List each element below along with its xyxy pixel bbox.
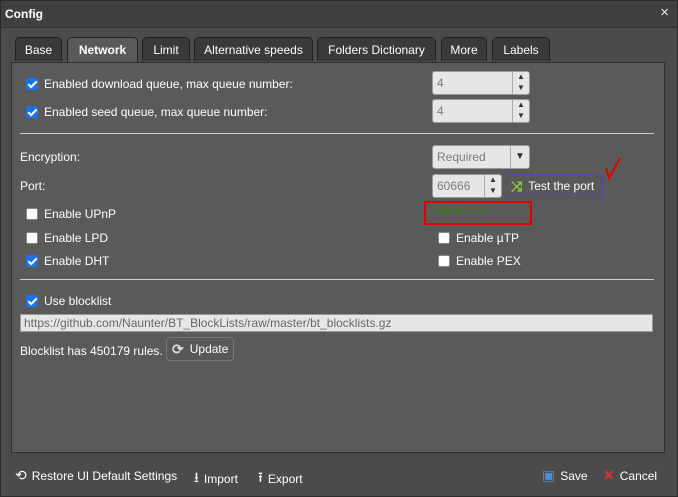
encryption-value[interactable]: Required bbox=[433, 146, 510, 168]
blocklist-checkbox[interactable] bbox=[26, 295, 38, 307]
divider bbox=[20, 279, 654, 280]
upload-icon: ⭱ bbox=[258, 469, 263, 485]
cancel-button[interactable]: ✕ Cancel bbox=[603, 467, 657, 484]
port-row: Port: bbox=[20, 179, 45, 193]
encryption-label: Encryption: bbox=[20, 150, 81, 164]
seed-queue-label: Enabled seed queue, max queue number: bbox=[44, 105, 268, 119]
dht-label: Enable DHT bbox=[44, 254, 110, 268]
blocklist-row: Use blocklist bbox=[26, 294, 111, 308]
encryption-row: Encryption: bbox=[20, 150, 80, 164]
seed-queue-checkbox[interactable] bbox=[26, 106, 38, 118]
utp-label: Enable µTP bbox=[456, 231, 519, 245]
tab-base[interactable]: Base bbox=[15, 37, 62, 61]
download-queue-row: Enabled download queue, max queue number… bbox=[26, 77, 293, 91]
download-queue-checkbox[interactable] bbox=[26, 78, 38, 90]
chevron-down-icon[interactable]: ▼ bbox=[510, 146, 529, 168]
blocklist-info: Blocklist has 450179 rules. bbox=[20, 344, 163, 358]
spinner-arrows[interactable]: ▲ ▼ bbox=[512, 100, 529, 122]
update-label: Update bbox=[189, 342, 229, 356]
annotation-check-mark-icon bbox=[605, 157, 621, 181]
up-arrow-icon[interactable]: ▲ bbox=[513, 72, 529, 83]
dht-row: Enable DHT bbox=[26, 254, 109, 268]
download-queue-number[interactable]: 4 ▲ ▼ bbox=[432, 71, 530, 95]
import-label: Import bbox=[203, 472, 238, 486]
cancel-label: Cancel bbox=[619, 468, 658, 483]
lpd-row: Enable LPD bbox=[26, 231, 108, 245]
upnp-checkbox[interactable] bbox=[26, 208, 38, 220]
spinner-arrows[interactable]: ▲ ▼ bbox=[484, 175, 501, 197]
dialog-titlebar[interactable]: Config × bbox=[1, 1, 677, 28]
blocklist-label: Use blocklist bbox=[44, 294, 112, 308]
encryption-select[interactable]: Required ▼ bbox=[432, 145, 530, 169]
restore-defaults-button[interactable]: ⟲ Restore UI Default Settings bbox=[15, 467, 177, 484]
tab-alternative-speeds[interactable]: Alternative speeds bbox=[194, 37, 313, 61]
tab-labels[interactable]: Labels bbox=[492, 37, 550, 61]
port-status-highlight: Port is open bbox=[424, 201, 532, 225]
utp-row: Enable µTP bbox=[438, 231, 519, 245]
test-port-label: Test the port bbox=[528, 179, 595, 193]
blocklist-url-field[interactable]: https://github.com/Naunter/BT_BlockLists… bbox=[20, 314, 653, 332]
down-arrow-icon[interactable]: ▼ bbox=[513, 111, 529, 122]
spinner-arrows[interactable]: ▲ ▼ bbox=[512, 72, 529, 94]
export-label: Export bbox=[267, 472, 303, 486]
tab-limit[interactable]: Limit bbox=[142, 37, 190, 61]
shuffle-icon: ⤨ bbox=[511, 177, 523, 194]
upnp-row: Enable UPnP bbox=[26, 207, 116, 221]
download-queue-label: Enabled download queue, max queue number… bbox=[44, 77, 293, 91]
seed-queue-number[interactable]: 4 ▲ ▼ bbox=[432, 99, 530, 123]
pex-checkbox[interactable] bbox=[438, 255, 450, 267]
floppy-disk-icon: ▣ bbox=[542, 467, 556, 483]
tab-network[interactable]: Network bbox=[67, 37, 138, 63]
down-arrow-icon[interactable]: ▼ bbox=[513, 83, 529, 94]
blocklist-info-row: Blocklist has 450179 rules. bbox=[20, 344, 163, 358]
port-value[interactable]: 60666 bbox=[433, 175, 484, 197]
download-queue-value[interactable]: 4 bbox=[433, 72, 512, 94]
up-arrow-icon[interactable]: ▲ bbox=[513, 100, 529, 111]
tab-folders-dictionary[interactable]: Folders Dictionary bbox=[317, 37, 436, 61]
port-status: Port is open bbox=[432, 205, 491, 217]
tab-more[interactable]: More bbox=[441, 37, 487, 61]
dialog-title: Config bbox=[5, 7, 43, 21]
download-icon: ⭳ bbox=[194, 469, 199, 485]
divider bbox=[20, 133, 654, 134]
import-button[interactable]: ⭳ Import bbox=[194, 467, 238, 491]
network-panel: Enabled download queue, max queue number… bbox=[11, 62, 665, 453]
upnp-label: Enable UPnP bbox=[44, 207, 117, 221]
save-label: Save bbox=[560, 468, 588, 483]
cancel-icon: ✕ bbox=[603, 467, 615, 483]
dht-checkbox[interactable] bbox=[26, 255, 38, 267]
up-arrow-icon[interactable]: ▲ bbox=[485, 175, 501, 186]
port-label: Port: bbox=[20, 179, 46, 193]
close-icon[interactable]: × bbox=[660, 5, 669, 21]
config-dialog: Config × Base Network Limit Alternative … bbox=[0, 0, 678, 497]
test-port-button[interactable]: ⤨ Test the port bbox=[505, 174, 603, 198]
pex-row: Enable PEX bbox=[438, 254, 521, 268]
seed-queue-row: Enabled seed queue, max queue number: bbox=[26, 105, 268, 119]
lpd-checkbox[interactable] bbox=[26, 232, 38, 244]
history-icon: ⟲ bbox=[15, 467, 27, 483]
pex-label: Enable PEX bbox=[456, 254, 521, 268]
export-button[interactable]: ⭱ Export bbox=[258, 467, 303, 491]
lpd-label: Enable LPD bbox=[44, 231, 109, 245]
restore-label: Restore UI Default Settings bbox=[31, 468, 178, 483]
seed-queue-value[interactable]: 4 bbox=[433, 100, 512, 122]
refresh-icon: ⟳ bbox=[172, 340, 184, 357]
save-button[interactable]: ▣ Save bbox=[542, 467, 588, 484]
update-button[interactable]: ⟳ Update bbox=[166, 337, 234, 361]
utp-checkbox[interactable] bbox=[438, 232, 450, 244]
down-arrow-icon[interactable]: ▼ bbox=[485, 186, 501, 197]
dialog-footer: ⟲ Restore UI Default Settings ⭳ Import ⭱… bbox=[1, 459, 677, 493]
port-input[interactable]: 60666 ▲ ▼ bbox=[432, 174, 502, 198]
